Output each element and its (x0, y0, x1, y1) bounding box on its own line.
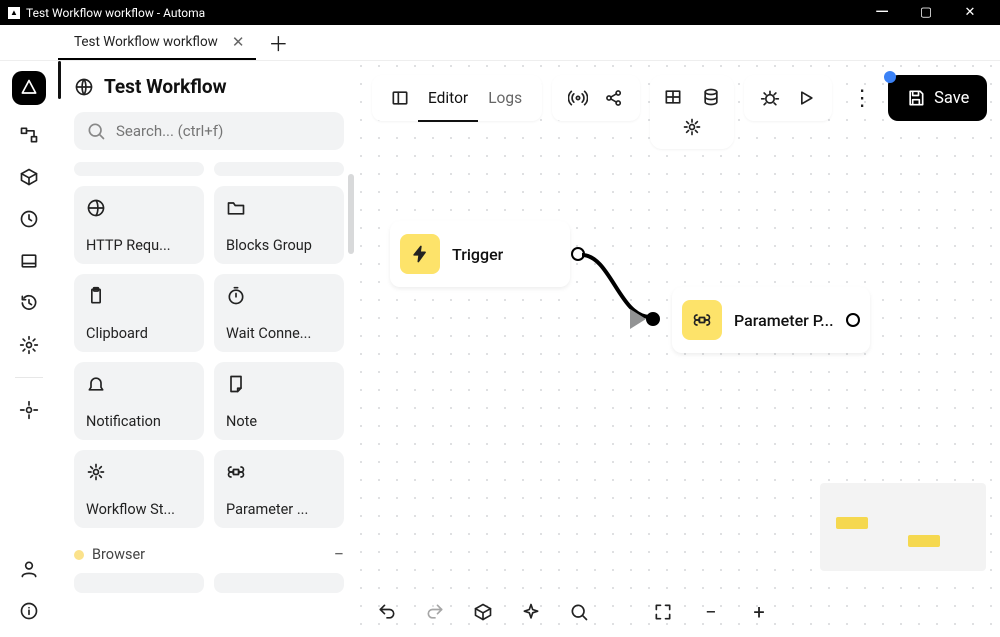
folder-icon (226, 198, 332, 220)
canvas-toolbar (372, 597, 594, 627)
share-icon[interactable] (596, 80, 632, 116)
node-output-port[interactable] (571, 247, 585, 261)
blocks-scrollbar[interactable] (348, 174, 354, 254)
node-input-port[interactable] (646, 312, 660, 326)
share-segment (552, 75, 640, 121)
nav-info-icon[interactable] (17, 599, 41, 623)
window-maximize-button[interactable]: ▢ (904, 5, 948, 20)
node-label: Parameter P... (734, 311, 834, 330)
nav-workflows-icon[interactable] (17, 123, 41, 147)
nav-packages-icon[interactable] (17, 165, 41, 189)
block-label: Clipboard (86, 325, 192, 342)
save-label: Save (934, 89, 969, 108)
new-tab-button[interactable]: ＋ (256, 25, 300, 60)
nav-element-picker-icon[interactable] (17, 398, 41, 422)
block-workflow-state[interactable]: Workflow St... (74, 450, 204, 528)
block-notification[interactable]: Notification (74, 362, 204, 440)
block-label: HTTP Requ... (86, 237, 192, 254)
redo-icon[interactable] (420, 597, 450, 627)
bolt-icon (400, 234, 440, 274)
unsaved-badge-icon (884, 71, 896, 83)
data-tools-segment (650, 75, 734, 149)
app-logo[interactable] (12, 71, 46, 105)
section-label: Browser (92, 546, 145, 563)
block-clipboard[interactable]: Clipboard (74, 274, 204, 352)
app-icon: ▲ (8, 7, 20, 19)
tab-strip: Test Workflow workflow ✕ ＋ (0, 25, 1000, 61)
undo-icon[interactable] (372, 597, 402, 627)
block-label: Workflow St... (86, 501, 192, 518)
clipboard-icon (86, 286, 192, 308)
edge-arrow-icon (630, 309, 646, 329)
command-icon (226, 462, 332, 484)
nav-schedule-icon[interactable] (17, 207, 41, 231)
debug-icon[interactable] (752, 80, 788, 116)
run-icon[interactable] (788, 80, 824, 116)
block-parameter-prompt[interactable]: Parameter ... (214, 450, 344, 528)
workflow-settings-icon[interactable] (675, 112, 709, 142)
nav-rail (0, 61, 58, 637)
bell-icon (86, 374, 192, 396)
nav-history-icon[interactable] (17, 291, 41, 315)
toggle-panel-icon[interactable] (382, 80, 418, 116)
blocks-panel: Test Workflow HTTP Requ... Blocks Group (58, 61, 358, 637)
workflow-title-text: Test Workflow (104, 75, 227, 98)
fit-view-icon[interactable] (648, 597, 678, 627)
command-icon (682, 300, 722, 340)
search-icon (86, 121, 106, 141)
run-segment (744, 75, 832, 121)
search-input[interactable] (116, 122, 332, 140)
window-title-bar: ▲ Test Workflow workflow - Automa — ▢ ✕ (0, 0, 1000, 25)
block-label: Blocks Group (226, 237, 332, 254)
window-close-button[interactable]: ✕ (948, 5, 992, 20)
sparkle-icon[interactable] (516, 597, 546, 627)
block-blocks-group[interactable]: Blocks Group (214, 186, 344, 264)
tab-logs[interactable]: Logs (478, 75, 532, 121)
block-label: Wait Conne... (226, 325, 332, 342)
block-label: Notification (86, 413, 192, 430)
save-button[interactable]: Save (888, 75, 987, 121)
node-label: Trigger (452, 245, 503, 264)
stopwatch-icon (226, 286, 332, 308)
section-dot-icon (74, 550, 84, 560)
editor-tabs: Editor Logs (372, 75, 542, 121)
close-tab-icon[interactable]: ✕ (232, 33, 245, 51)
workflow-title: Test Workflow (74, 75, 344, 98)
zoom-in-button[interactable]: + (744, 597, 774, 627)
nav-storage-icon[interactable] (17, 249, 41, 273)
workflow-tab-label: Test Workflow workflow (74, 34, 218, 50)
nav-account-icon[interactable] (17, 557, 41, 581)
block-note[interactable]: Note (214, 362, 344, 440)
node-trigger[interactable]: Trigger (390, 221, 570, 287)
zoom-out-button[interactable]: − (696, 597, 726, 627)
gear-icon (86, 462, 192, 484)
nav-settings-icon[interactable] (17, 333, 41, 357)
database-icon[interactable] (694, 82, 728, 112)
zoom-search-icon[interactable] (564, 597, 594, 627)
tab-editor[interactable]: Editor (418, 76, 478, 122)
cube-icon[interactable] (468, 597, 498, 627)
zoom-controls: − + (648, 597, 774, 627)
table-icon[interactable] (656, 82, 690, 112)
window-title: Test Workflow workflow - Automa (26, 6, 205, 20)
save-icon (906, 88, 926, 108)
node-output-port[interactable] (846, 313, 860, 327)
block-label: Parameter ... (226, 501, 332, 518)
block-label: Note (226, 413, 332, 430)
block-wait-connections[interactable]: Wait Conne... (214, 274, 344, 352)
editor-canvas[interactable]: Editor Logs ⋮ (358, 61, 1000, 637)
search-blocks[interactable] (74, 112, 344, 150)
broadcast-icon[interactable] (560, 80, 596, 116)
more-menu-icon[interactable]: ⋮ (842, 75, 882, 121)
minimap[interactable] (820, 483, 986, 571)
block-http-request[interactable]: HTTP Requ... (74, 186, 204, 264)
window-minimize-button[interactable]: — (860, 2, 904, 23)
node-parameter-prompt[interactable]: Parameter P... (672, 287, 870, 353)
workflow-tab[interactable]: Test Workflow workflow ✕ (58, 25, 256, 60)
globe-icon (74, 77, 94, 97)
globe-icon (86, 198, 192, 220)
section-browser[interactable]: Browser − (74, 544, 344, 565)
note-icon (226, 374, 332, 396)
collapse-icon[interactable]: − (334, 544, 344, 565)
